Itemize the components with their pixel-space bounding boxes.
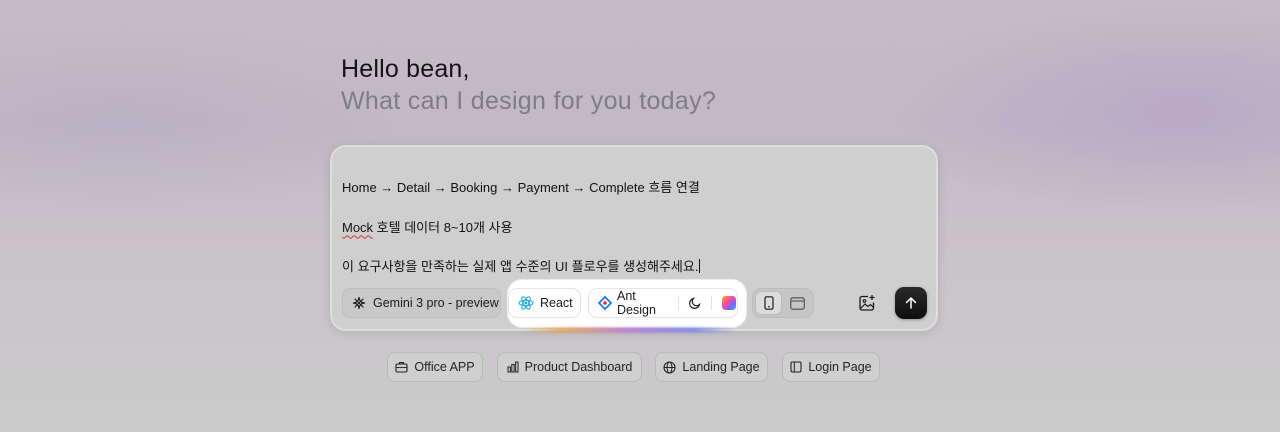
model-label: Gemini 3 pro - preview bbox=[373, 296, 499, 310]
mobile-icon bbox=[763, 296, 774, 310]
greeting-subtitle: What can I design for you today? bbox=[341, 87, 717, 115]
image-add-icon bbox=[858, 294, 876, 312]
highlight-glow bbox=[521, 328, 736, 332]
suggestion-login-page[interactable]: Login Page bbox=[782, 352, 880, 382]
arrow-up-icon bbox=[904, 296, 918, 310]
ui-library-label: Ant Design bbox=[617, 289, 656, 317]
device-toggle bbox=[752, 288, 814, 318]
composer-toolbar: Gemini 3 pro - preview React Ant Design bbox=[331, 146, 937, 332]
image-upload-button[interactable] bbox=[855, 291, 879, 315]
suggestion-landing-page[interactable]: Landing Page bbox=[655, 352, 768, 382]
divider bbox=[678, 296, 680, 310]
sidebar-layout-icon bbox=[790, 361, 802, 373]
suggestion-chips: Office APP Product Dashboard Landing Pag… bbox=[0, 352, 1280, 382]
send-button[interactable] bbox=[895, 287, 927, 319]
suggestion-label: Product Dashboard bbox=[524, 360, 633, 374]
suggestion-label: Landing Page bbox=[682, 360, 760, 374]
framework-selector-button[interactable]: React bbox=[508, 288, 581, 318]
suggestion-office-app[interactable]: Office APP bbox=[387, 352, 483, 382]
browser-window-icon bbox=[790, 296, 805, 310]
gemini-icon bbox=[352, 296, 366, 310]
greeting-title: Hello bean, bbox=[341, 55, 470, 83]
framework-label: React bbox=[540, 296, 573, 310]
desktop-view-button[interactable] bbox=[784, 291, 811, 315]
suggestion-label: Office APP bbox=[414, 360, 475, 374]
mobile-view-button[interactable] bbox=[755, 291, 782, 315]
prompt-composer[interactable]: Home → Detail → Booking → Payment → Comp… bbox=[330, 145, 938, 332]
suggestion-product-dashboard[interactable]: Product Dashboard bbox=[497, 352, 642, 382]
divider bbox=[711, 296, 713, 310]
globe-icon bbox=[663, 360, 676, 374]
react-icon bbox=[518, 295, 534, 311]
ui-library-selector[interactable]: Ant Design bbox=[588, 288, 738, 318]
suggestion-label: Login Page bbox=[808, 360, 872, 374]
greeting: Hello bean, What can I design for you to… bbox=[341, 55, 716, 116]
color-palette-icon[interactable] bbox=[721, 295, 737, 311]
bar-chart-icon bbox=[507, 361, 519, 373]
briefcase-icon bbox=[395, 361, 408, 373]
model-selector-button[interactable]: Gemini 3 pro - preview bbox=[342, 288, 501, 318]
moon-icon[interactable] bbox=[688, 296, 702, 310]
ant-design-icon bbox=[598, 296, 612, 310]
